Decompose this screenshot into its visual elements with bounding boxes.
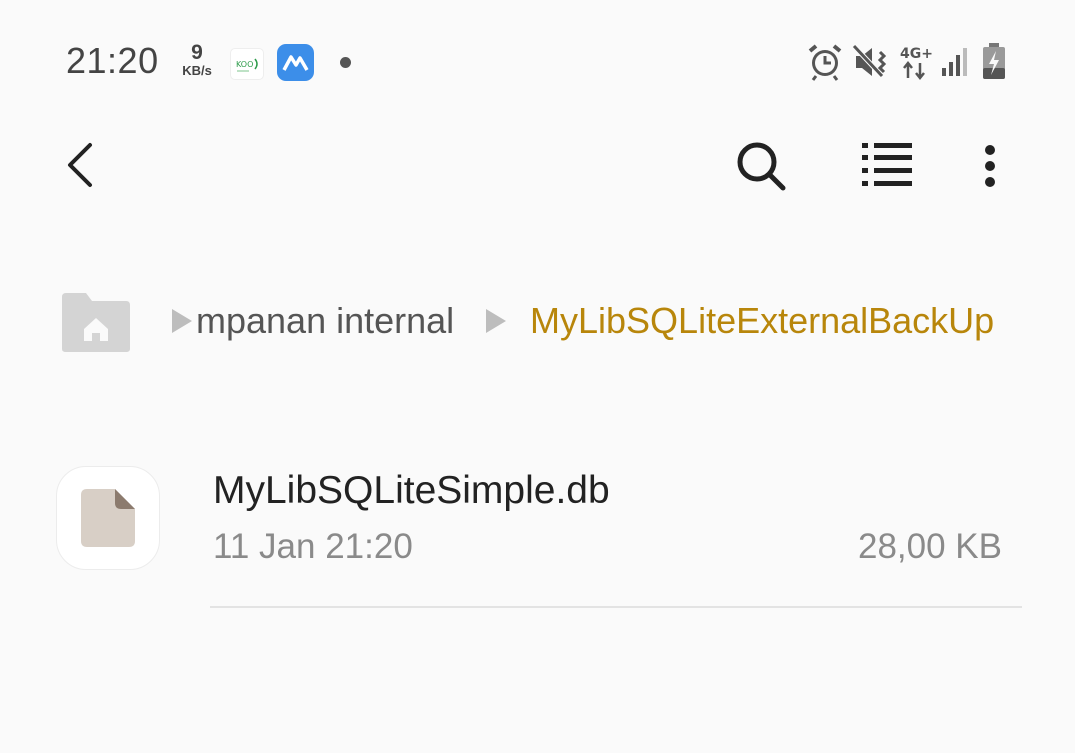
file-size: 28,00 KB: [858, 527, 1002, 566]
search-icon: [737, 142, 786, 191]
home-folder-button[interactable]: [60, 291, 132, 353]
alarm-icon: [807, 42, 843, 87]
back-icon: [68, 143, 92, 187]
file-manager-screen: 21:20 9 KB/s KOO 4G+ mpanan internal MyL…: [0, 0, 1075, 753]
back-button[interactable]: [48, 130, 118, 200]
koo-app-icon: KOO: [230, 48, 264, 80]
network-speed-indicator: 9 KB/s: [176, 42, 218, 78]
list-view-button[interactable]: [852, 130, 922, 200]
file-thumbnail: [56, 466, 160, 570]
breadcrumb-separator-icon: [172, 309, 192, 333]
more-options-button[interactable]: [960, 130, 1020, 200]
more-options-icon: [985, 145, 995, 187]
list-view-icon: [862, 143, 912, 186]
mute-icon: [852, 42, 890, 87]
file-date: 11 Jan 21:20: [213, 527, 413, 566]
4g-plus-icon: 4G+: [898, 44, 934, 85]
status-bar: 21:20 9 KB/s KOO 4G+: [0, 0, 1075, 125]
file-icon: [81, 489, 135, 547]
list-item[interactable]: MyLibSQLiteSimple.db 11 Jan 21:20 28,00 …: [0, 455, 1075, 610]
divider: [210, 606, 1022, 608]
blue-app-icon: [277, 44, 314, 81]
status-time: 21:20: [66, 40, 159, 81]
breadcrumb: mpanan internal MyLibSQLiteExternalBackU…: [0, 285, 1075, 365]
file-name: MyLibSQLiteSimple.db: [213, 469, 610, 512]
network-speed-unit: KB/s: [182, 63, 212, 78]
breadcrumb-separator-icon: [486, 309, 506, 333]
search-button[interactable]: [725, 130, 795, 200]
svg-text:KOO: KOO: [236, 60, 253, 69]
breadcrumb-item-internal-storage[interactable]: mpanan internal: [196, 299, 454, 343]
network-type-label: 4G+: [900, 46, 933, 62]
network-speed-value: 9: [191, 41, 203, 64]
battery-charging-icon: [982, 42, 1006, 85]
breadcrumb-item-current-folder[interactable]: MyLibSQLiteExternalBackUp: [530, 299, 994, 343]
notification-dot-icon: [340, 57, 351, 68]
signal-icon: [940, 46, 970, 83]
home-folder-icon: [62, 293, 130, 352]
